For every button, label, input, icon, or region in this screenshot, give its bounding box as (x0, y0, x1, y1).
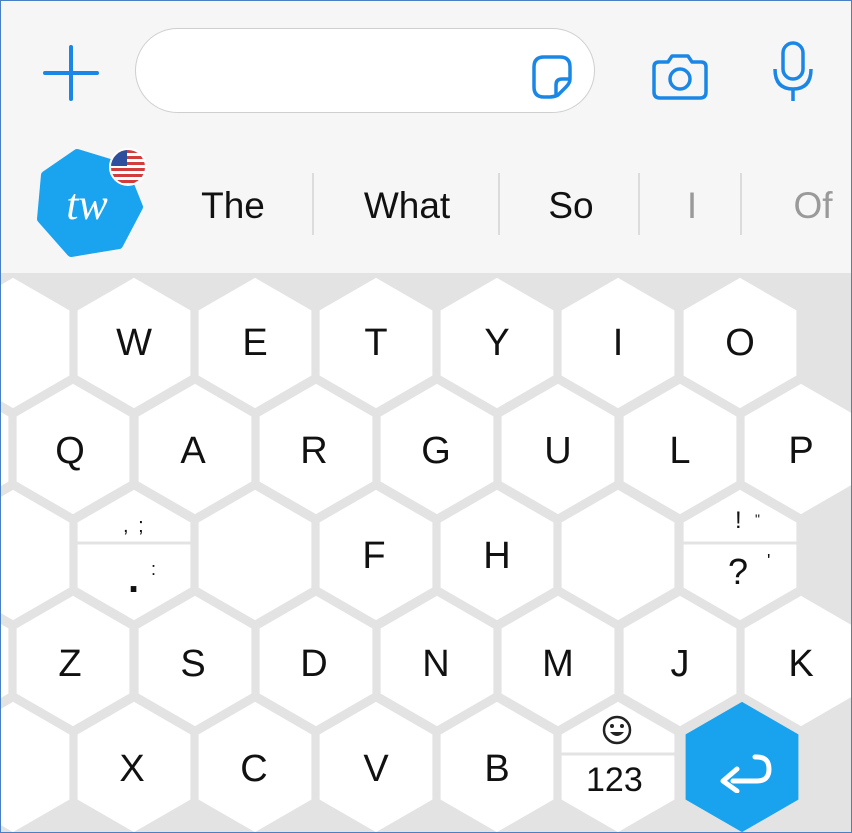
suggestion-word-5[interactable]: Of (785, 184, 841, 228)
message-input-bar (1, 1, 851, 134)
key-x[interactable]: X (92, 746, 172, 792)
key-c[interactable]: C (214, 746, 294, 792)
key-punct-colon: : (151, 559, 157, 579)
suggestion-divider (312, 173, 314, 235)
key-g[interactable]: G (396, 428, 476, 474)
key-q[interactable]: Q (30, 428, 110, 474)
key-s[interactable]: S (153, 641, 233, 687)
key-p[interactable]: P (761, 428, 841, 474)
key-a[interactable]: A (153, 428, 233, 474)
key-punct-quote: " (755, 511, 760, 527)
key-b[interactable]: B (457, 746, 537, 792)
key-l[interactable]: L (640, 428, 720, 474)
us-flag-icon (109, 148, 147, 186)
logo-text: tw (66, 180, 108, 229)
keyboard-screen: tw The What So I Of W E T Y I O Q A R G … (0, 0, 852, 833)
key-punct-comma[interactable]: , ; (123, 515, 146, 538)
key-punct-period[interactable]: . (128, 557, 139, 602)
key-k[interactable]: K (761, 641, 841, 687)
key-j[interactable]: J (640, 641, 720, 687)
key-w[interactable]: W (94, 320, 174, 366)
key-h[interactable]: H (457, 533, 537, 579)
key-o[interactable]: O (700, 320, 780, 366)
key-e[interactable]: E (215, 320, 295, 366)
message-input[interactable] (166, 49, 530, 95)
plus-icon[interactable] (43, 45, 99, 101)
key-m[interactable]: M (518, 641, 598, 687)
suggestion-divider (498, 173, 500, 235)
key-i[interactable]: I (578, 320, 658, 366)
key-n[interactable]: N (396, 641, 476, 687)
key-u[interactable]: U (518, 428, 598, 474)
key-punct-exclamation[interactable]: ! (735, 507, 742, 535)
suggestion-word-1[interactable]: The (191, 184, 275, 228)
key-z[interactable]: Z (30, 641, 110, 687)
suggestion-divider (638, 173, 640, 235)
suggestion-word-3[interactable]: So (539, 184, 603, 228)
key-y[interactable]: Y (457, 320, 537, 366)
key-t[interactable]: T (336, 320, 416, 366)
hexagon-keyboard: W E T Y I O Q A R G U L P , ; . : F H ! … (1, 273, 851, 832)
key-v[interactable]: V (336, 746, 416, 792)
suggestion-divider (740, 173, 742, 235)
camera-icon[interactable] (650, 53, 710, 101)
numbers-key[interactable]: 123 (586, 761, 643, 800)
message-text-field[interactable] (135, 28, 595, 113)
suggestion-word-4[interactable]: I (677, 184, 707, 228)
suggestion-word-2[interactable]: What (351, 184, 463, 228)
key-r[interactable]: R (274, 428, 354, 474)
sticker-icon[interactable] (528, 53, 576, 101)
key-d[interactable]: D (274, 641, 354, 687)
microphone-icon[interactable] (771, 39, 815, 105)
key-f[interactable]: F (334, 533, 414, 579)
emoji-icon[interactable] (601, 714, 633, 746)
key-punct-question[interactable]: ? (728, 551, 748, 593)
return-icon[interactable] (711, 743, 773, 793)
key-punct-apostrophe: ' (767, 551, 771, 571)
